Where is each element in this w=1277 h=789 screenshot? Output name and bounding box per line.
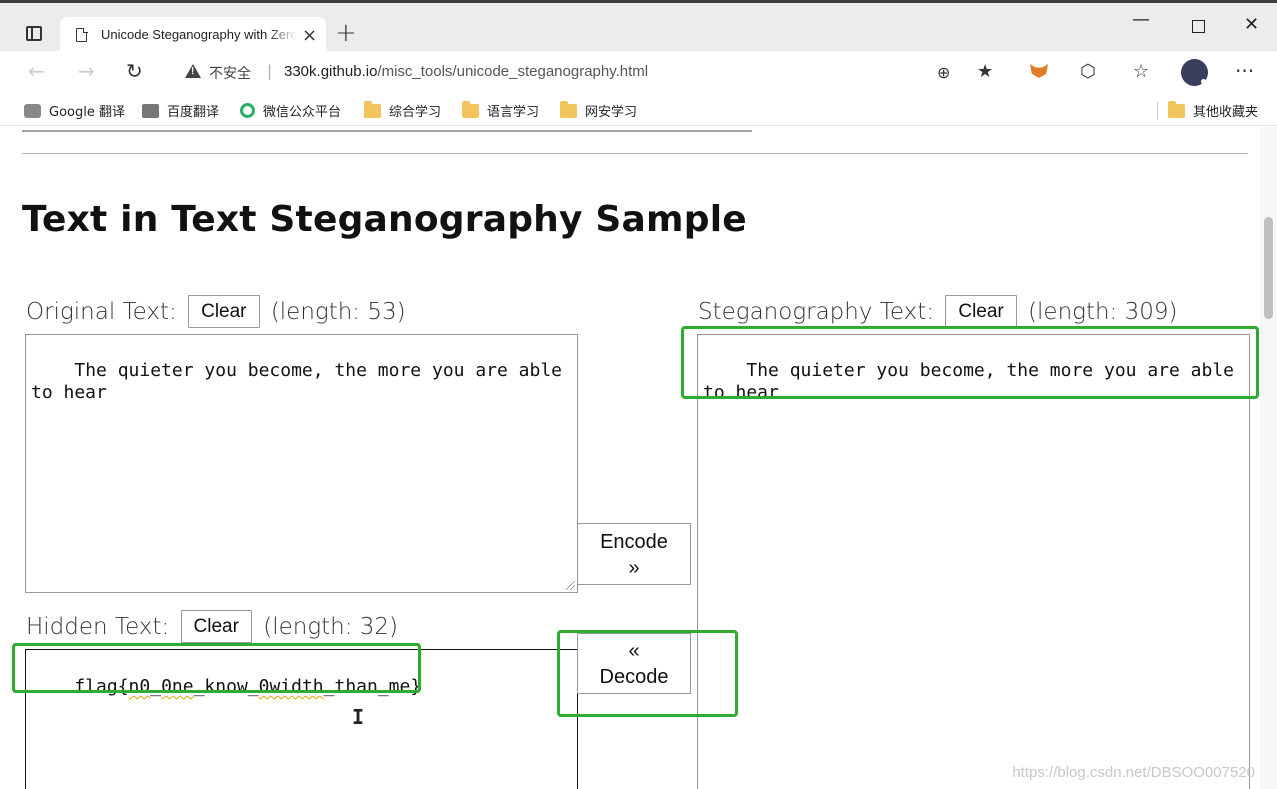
address-toolbar: ← → ↻ 不安全 | 330k.github.io/misc_tools/un… — [0, 51, 1277, 94]
tab-close-icon[interactable]: × — [302, 25, 317, 46]
back-icon[interactable]: ← — [28, 59, 45, 83]
folder-icon — [364, 101, 381, 118]
bookmark-folder-2[interactable]: 语言学习 — [462, 101, 539, 120]
hidden-text-header: Hidden Text: Clear (length: 32) — [26, 610, 398, 643]
resize-grip-icon[interactable] — [566, 581, 575, 590]
url-host: 330k.github.io — [284, 63, 378, 80]
original-text-header: Original Text: Clear (length: 53) — [26, 295, 406, 328]
metamask-fox-icon[interactable] — [1030, 64, 1048, 78]
text-cursor-icon: I — [352, 705, 365, 729]
bookmark-label: 其他收藏夹 — [1193, 105, 1259, 120]
maximize-button[interactable] — [1192, 20, 1205, 33]
star-icon[interactable]: ★ — [977, 61, 993, 82]
forward-icon[interactable]: → — [78, 59, 95, 83]
new-tab-button[interactable]: + — [335, 18, 357, 48]
bookmark-separator — [1157, 102, 1158, 120]
highlight-box-decode — [557, 630, 738, 717]
tab-actions-icon[interactable] — [26, 26, 42, 41]
bookmark-label: 网安学习 — [585, 105, 638, 120]
tab-title: Unicode Steganography with Zero-Width Ch… — [101, 27, 297, 42]
original-length: (length: 53) — [270, 299, 406, 325]
highlight-box-stego — [681, 326, 1259, 399]
vertical-scrollbar[interactable] — [1260, 127, 1277, 789]
url-separator: | — [267, 62, 273, 80]
bookmark-label: 百度翻译 — [167, 105, 220, 120]
url-path: /misc_tools/unicode_steganography.html — [377, 63, 649, 80]
tab-strip: Unicode Steganography with Zero-Width Ch… — [0, 0, 1277, 54]
bookmarks-bar: Google 翻译 百度翻译 微信公众平台 综合学习 语言学习 网安学习 其他收… — [0, 94, 1277, 126]
reload-icon[interactable]: ↻ — [126, 59, 143, 83]
active-tab[interactable]: Unicode Steganography with Zero-Width Ch… — [60, 17, 326, 54]
bookmark-wechat[interactable]: 微信公众平台 — [240, 101, 341, 120]
page-icon — [76, 27, 88, 42]
stego-clear-button[interactable]: Clear — [945, 295, 1017, 328]
encode-button[interactable]: Encode » — [577, 523, 691, 585]
zoom-icon[interactable]: ⊕ — [937, 63, 950, 82]
bookmark-label: 微信公众平台 — [263, 105, 342, 120]
bookmark-other-favorites[interactable]: 其他收藏夹 — [1168, 101, 1258, 120]
bookmark-label: 综合学习 — [389, 105, 442, 120]
encode-label: Encode — [600, 531, 668, 553]
horizontal-rule — [22, 153, 1248, 154]
stego-text-label: Steganography Text: — [698, 299, 935, 325]
original-text-area[interactable]: The quieter you become, the more you are… — [25, 334, 578, 593]
stego-text-area[interactable]: The quieter you become, the more you are… — [697, 334, 1250, 789]
more-menu-icon[interactable]: ··· — [1235, 59, 1254, 83]
minimize-button[interactable]: — — [1132, 9, 1150, 30]
profile-avatar[interactable] — [1181, 59, 1208, 86]
google-translate-icon — [24, 104, 41, 118]
bookmark-label: 语言学习 — [487, 105, 540, 120]
encode-arrow: » — [628, 557, 640, 579]
original-clear-button[interactable]: Clear — [188, 295, 260, 328]
stego-length: (length: 309) — [1028, 299, 1178, 325]
folder-icon — [1168, 101, 1185, 118]
bookmark-baidu-translate[interactable]: 百度翻译 — [142, 101, 219, 120]
page-content: Text in Text Steganography Sample Origin… — [0, 127, 1277, 789]
highlight-box-flag — [12, 643, 421, 693]
scrollbar-thumb[interactable] — [1264, 217, 1273, 319]
warning-icon[interactable] — [185, 64, 201, 78]
address-bar[interactable]: 330k.github.io/misc_tools/unicode_stegan… — [284, 63, 648, 80]
bookmark-folder-3[interactable]: 网安学习 — [560, 101, 637, 120]
bookmark-label: Google 翻译 — [49, 105, 125, 120]
hidden-text-label: Hidden Text: — [26, 614, 170, 640]
favorites-icon[interactable]: ☆ — [1133, 61, 1149, 82]
extensions-icon[interactable]: ⬡ — [1080, 61, 1096, 82]
close-window-button[interactable]: ✕ — [1244, 14, 1259, 35]
watermark: https://blog.csdn.net/DBSOO007520 — [1012, 764, 1255, 781]
baidu-translate-icon — [142, 104, 159, 118]
hidden-clear-button[interactable]: Clear — [180, 610, 252, 643]
bookmark-folder-1[interactable]: 综合学习 — [364, 101, 441, 120]
cut-off-content — [22, 127, 752, 132]
wechat-icon — [240, 103, 255, 118]
original-text-value: The quieter you become, the more you are… — [31, 360, 573, 403]
stego-text-header: Steganography Text: Clear (length: 309) — [698, 295, 1177, 328]
folder-icon — [462, 101, 479, 118]
folder-icon — [560, 101, 577, 118]
page-title: Text in Text Steganography Sample — [22, 199, 747, 240]
security-label[interactable]: 不安全 — [209, 63, 251, 83]
hidden-length: (length: 32) — [263, 614, 399, 640]
original-text-label: Original Text: — [26, 299, 177, 325]
bookmark-google-translate[interactable]: Google 翻译 — [24, 101, 125, 120]
